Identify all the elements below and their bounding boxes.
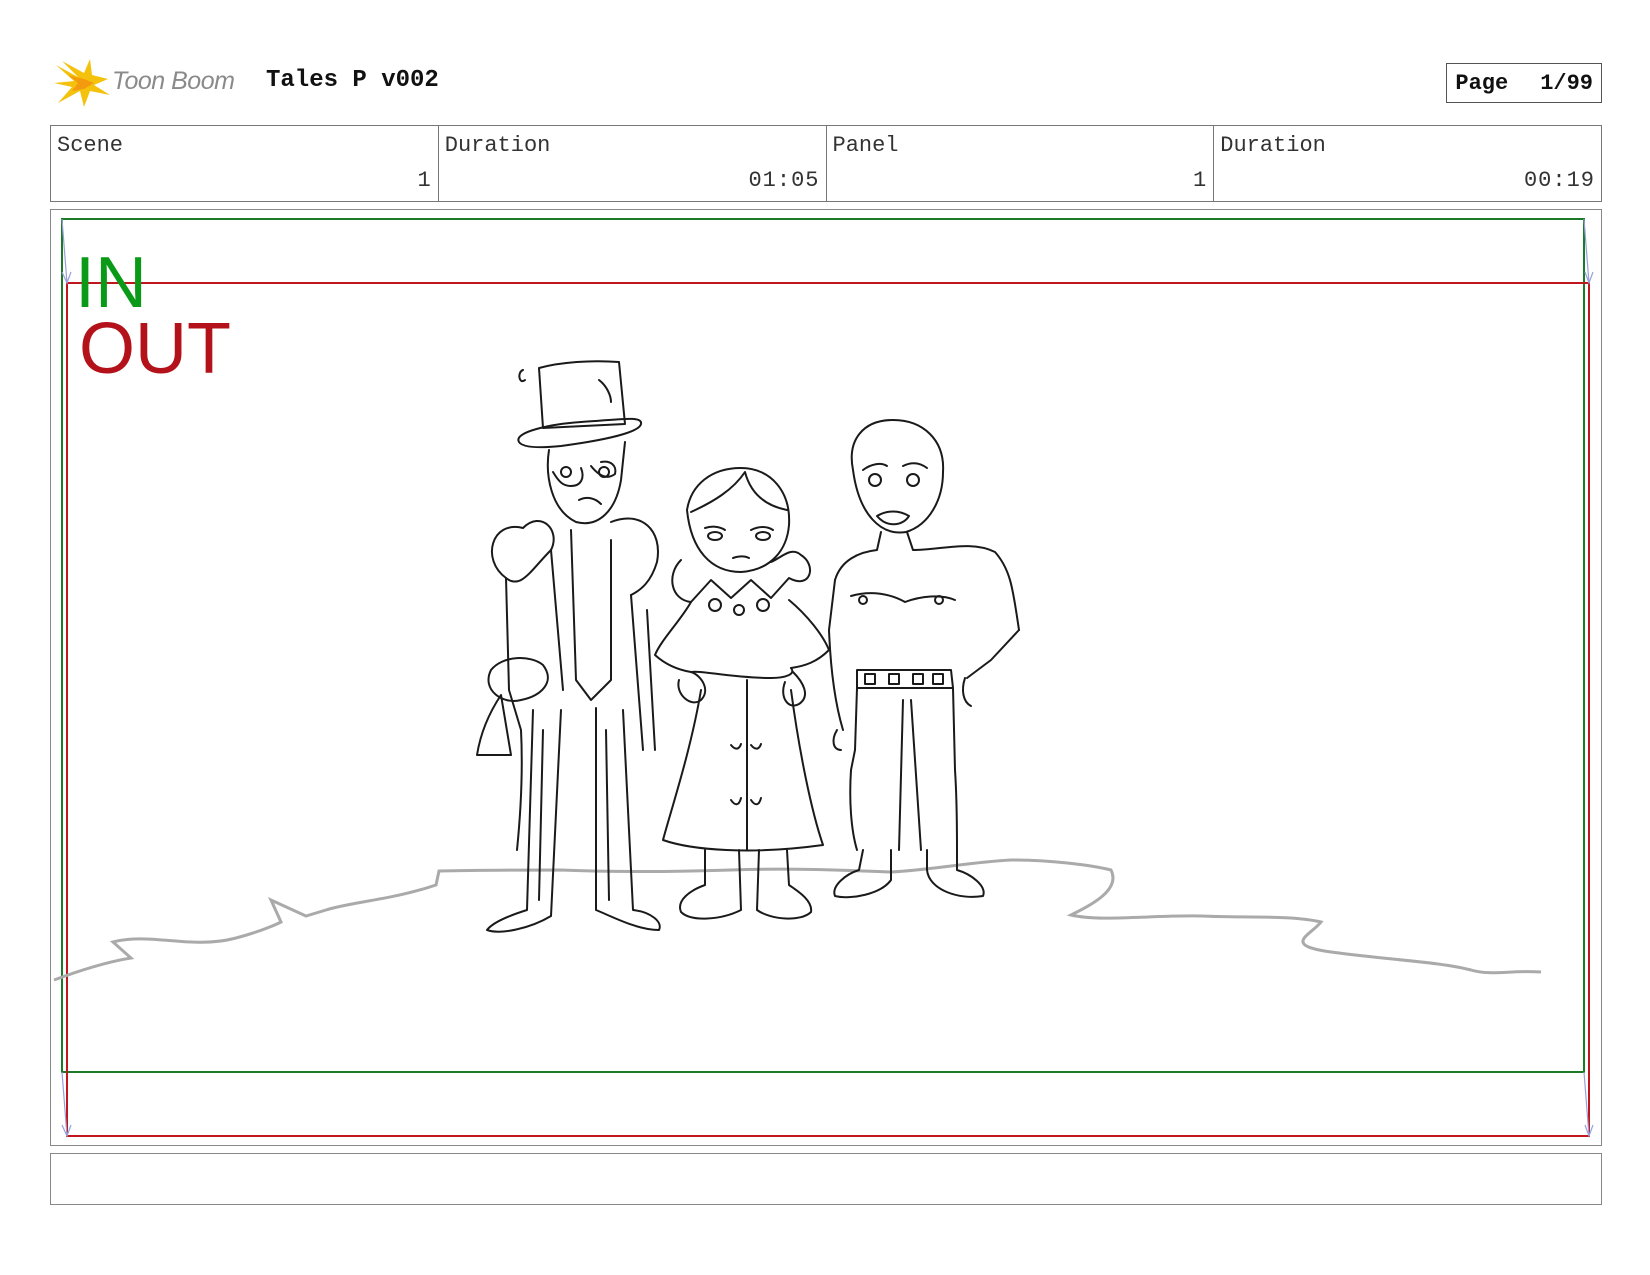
scene-label: Scene [57, 133, 124, 158]
logo-text: Toon Boom [112, 67, 235, 95]
character-girl-in-coat [654, 467, 830, 920]
panel-notes-box [50, 1153, 1602, 1205]
character-top-hat-man [476, 360, 661, 933]
out-label: OUT [79, 309, 231, 389]
storyboard-panel: IN OUT [50, 209, 1602, 1146]
scene-cell: Scene 1 [51, 126, 439, 201]
storyboard-header: Toon Boom Tales P v002 Page 1/99 [50, 55, 1602, 111]
panel-cell: Panel 1 [827, 126, 1215, 201]
scene-info-table: Scene 1 Duration 01:05 Panel 1 Duration … [50, 125, 1602, 202]
panel-label: Panel [832, 133, 899, 158]
page-number: 1/99 [1540, 70, 1593, 96]
page-label: Page [1455, 70, 1509, 96]
scene-duration-cell: Duration 01:05 [439, 126, 827, 201]
out-camera-frame [66, 282, 1590, 1137]
scene-duration-value: 01:05 [748, 168, 820, 193]
panel-duration-cell: Duration 00:19 [1214, 126, 1601, 201]
document-title: Tales P v002 [266, 67, 439, 94]
page-indicator: Page 1/99 [1446, 63, 1602, 103]
panel-value: 1 [1193, 168, 1208, 193]
toon-boom-logo: Toon Boom [54, 57, 244, 109]
panel-duration-label: Duration [1220, 133, 1326, 158]
in-camera-frame [61, 218, 1585, 1073]
character-bald-man [828, 419, 1020, 899]
starburst-icon [54, 59, 110, 107]
scene-duration-label: Duration [444, 133, 551, 158]
panel-canvas: IN OUT [53, 218, 1594, 1138]
ground-outline [53, 858, 1542, 982]
camera-move-lines [61, 218, 1594, 1138]
scene-value: 1 [417, 168, 432, 193]
panel-duration-value: 00:19 [1523, 168, 1595, 193]
